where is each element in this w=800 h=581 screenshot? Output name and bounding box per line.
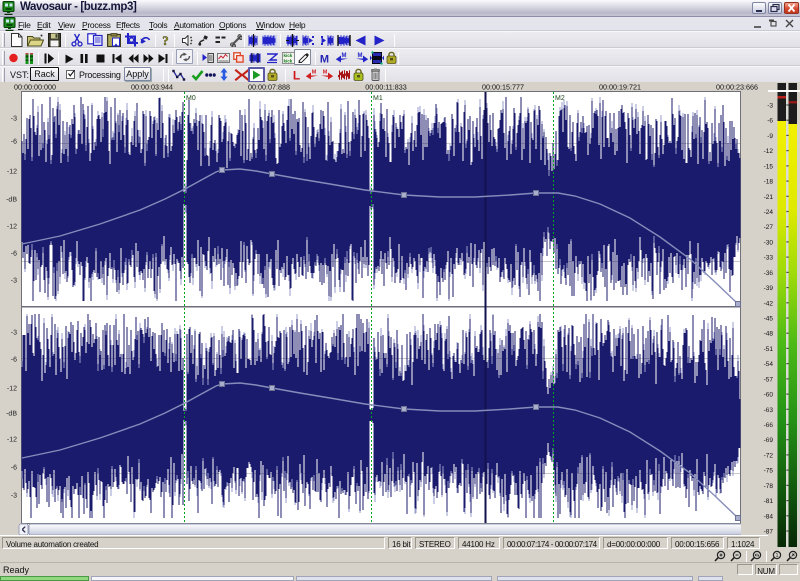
svg-text:00:00:11:833: 00:00:11:833: [365, 83, 406, 92]
svg-text:-66: -66: [764, 422, 774, 429]
svg-text:kick: kick: [284, 53, 293, 58]
svg-text:-60: -60: [764, 392, 774, 399]
svg-text:-15: -15: [764, 163, 774, 170]
svg-text:kick: kick: [284, 59, 293, 64]
svg-text:-12: -12: [7, 169, 17, 176]
svg-text:-33: -33: [764, 255, 774, 262]
svg-text:-12: -12: [7, 224, 17, 231]
svg-text:-6: -6: [11, 465, 17, 472]
svg-text:-30: -30: [764, 239, 774, 246]
svg-text:L: L: [293, 69, 300, 81]
svg-text:M1: M1: [373, 95, 383, 102]
svg-text:-3: -3: [11, 493, 17, 500]
svg-text:-3: -3: [11, 278, 17, 285]
svg-text:-12: -12: [7, 437, 17, 444]
svg-text:-72: -72: [764, 452, 774, 459]
svg-text:-81: -81: [764, 498, 774, 505]
svg-text:-3: -3: [767, 103, 773, 110]
svg-text:-36: -36: [764, 270, 774, 277]
svg-text:-75: -75: [764, 468, 774, 475]
svg-text:-dB: -dB: [6, 410, 17, 418]
svg-text:-3: -3: [11, 116, 17, 123]
svg-text:1: 1: [776, 553, 779, 559]
svg-text:-24: -24: [764, 209, 774, 216]
svg-text:-12: -12: [7, 386, 17, 393]
svg-text:-57: -57: [764, 376, 774, 383]
svg-text:-84: -84: [764, 513, 774, 520]
svg-text:-63: -63: [764, 407, 774, 414]
svg-text:-48: -48: [764, 331, 774, 338]
svg-text:-27: -27: [764, 224, 774, 231]
svg-text:-69: -69: [764, 437, 774, 444]
svg-text:-21: -21: [764, 194, 774, 201]
svg-text:-54: -54: [764, 361, 774, 368]
svg-text:-6: -6: [11, 357, 17, 364]
svg-text:-45: -45: [764, 316, 774, 323]
svg-text:00:00:00:000: 00:00:00:000: [14, 83, 56, 92]
svg-text:-3: -3: [11, 330, 17, 337]
svg-text:-51: -51: [764, 346, 774, 353]
svg-text:-18: -18: [764, 179, 774, 186]
svg-text:-9: -9: [767, 133, 773, 140]
svg-text:-12: -12: [764, 148, 774, 155]
svg-text:M: M: [323, 70, 328, 76]
svg-text:M: M: [312, 70, 317, 76]
svg-text:00:00:19:721: 00:00:19:721: [599, 83, 641, 92]
svg-text:-dB: -dB: [6, 196, 17, 204]
svg-text:00:00:03:944: 00:00:03:944: [131, 83, 173, 92]
svg-text:M: M: [320, 54, 329, 64]
svg-text:-6: -6: [11, 251, 17, 258]
svg-text:00:00:15:777: 00:00:15:777: [482, 83, 524, 92]
svg-text:M2: M2: [555, 95, 565, 102]
svg-text:-6: -6: [767, 118, 773, 125]
svg-text:-78: -78: [764, 483, 774, 490]
svg-text:-39: -39: [764, 285, 774, 292]
svg-text:?: ?: [162, 34, 169, 48]
svg-text:-42: -42: [764, 300, 774, 307]
svg-text:M0: M0: [186, 95, 196, 102]
svg-text:00:00:07:888: 00:00:07:888: [248, 83, 290, 92]
svg-text:M: M: [358, 53, 363, 59]
svg-text:M: M: [342, 53, 347, 59]
svg-text:-6: -6: [11, 139, 17, 146]
